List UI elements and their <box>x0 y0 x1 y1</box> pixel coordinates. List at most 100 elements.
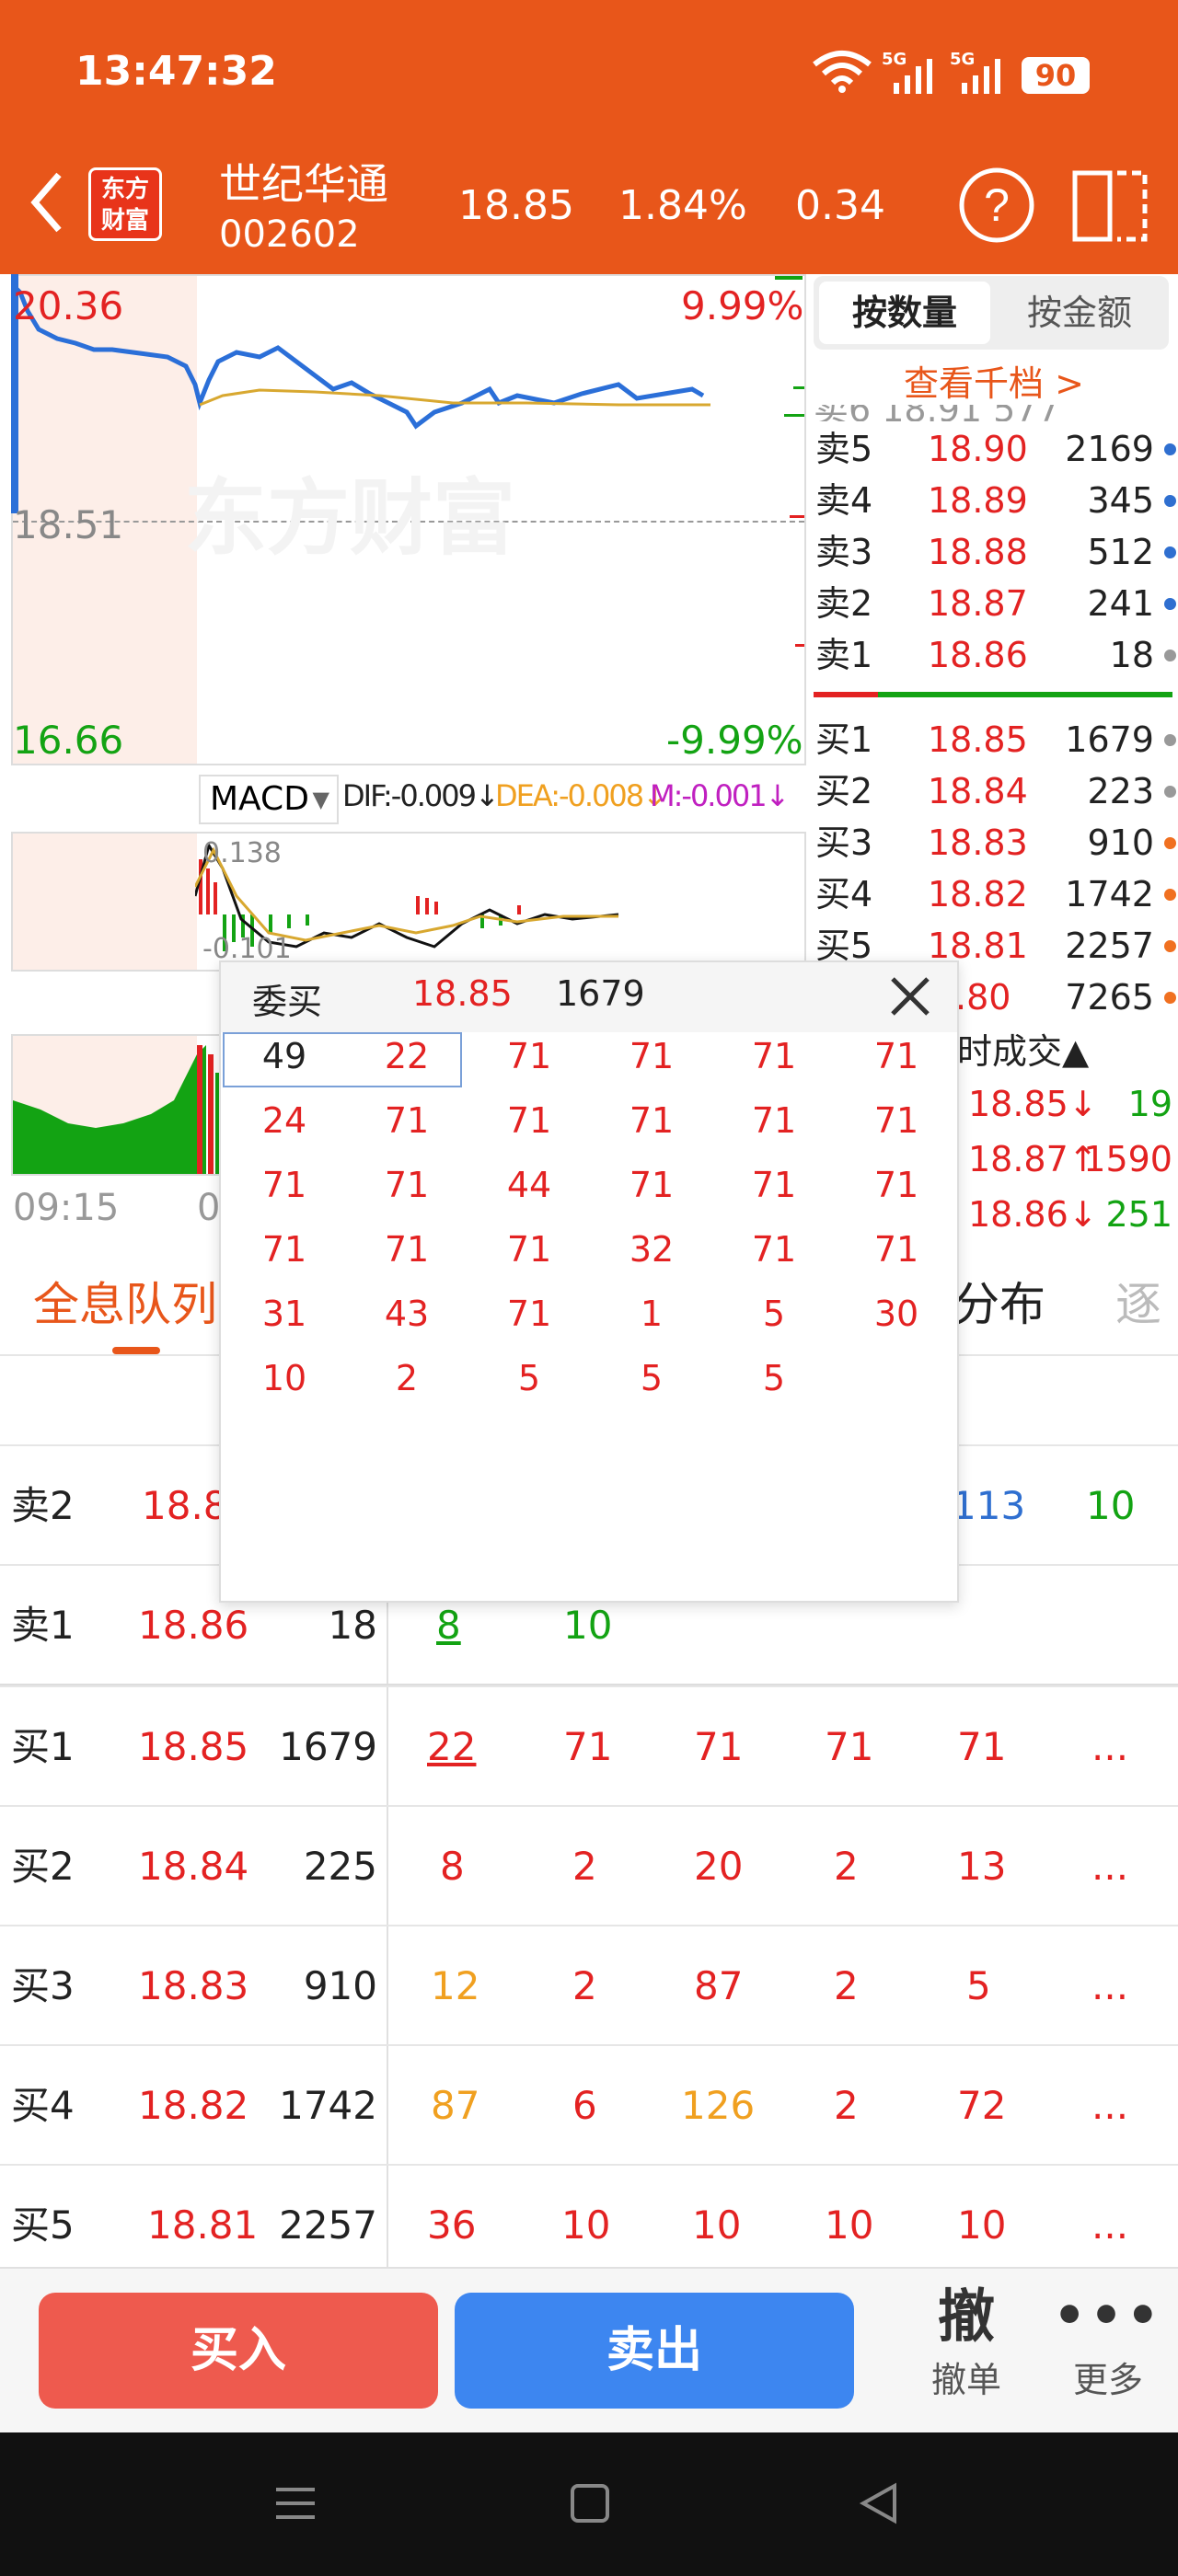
queue-order[interactable]: 71 <box>837 1165 956 1205</box>
level-label: 买2 <box>815 771 873 811</box>
close-icon[interactable] <box>887 973 933 1019</box>
orderbook-row[interactable]: 卖5 18.90 2169 <box>814 423 1178 475</box>
level-label: 卖1 <box>815 635 873 675</box>
queue-cell: 71 <box>563 1724 613 1769</box>
orderbook-row[interactable]: 买4 18.82 1742 <box>814 868 1178 920</box>
more-button[interactable]: ••• 更多 <box>1044 2282 1172 2420</box>
buy-button[interactable]: 买入 <box>39 2293 438 2409</box>
queue-cell: 10 <box>825 2202 874 2248</box>
macd-m: M:-0.001↓ <box>650 778 790 813</box>
queue-order[interactable]: 10 <box>225 1358 344 1398</box>
queue-more[interactable]: ... <box>1091 2083 1128 2129</box>
queue-order[interactable]: 71 <box>714 1036 834 1076</box>
home-icon[interactable] <box>567 2480 613 2526</box>
cancel-icon: 撤 <box>937 2283 995 2350</box>
level-dot <box>1164 650 1176 661</box>
level-price: 18.88 <box>928 532 1028 572</box>
queue-order[interactable]: 44 <box>469 1165 589 1205</box>
queue-row-buy4[interactable]: 买4 18.82 1742 87 6 126 2 72 ... <box>0 2044 1178 2164</box>
trades-title[interactable]: 时成交▲ <box>957 1023 1089 1074</box>
back-icon[interactable] <box>26 166 66 239</box>
row-volume: 1742 <box>279 2083 377 2128</box>
queue-order[interactable]: 71 <box>714 1229 834 1270</box>
tab-distribution[interactable]: 分布 <box>953 1268 1045 1334</box>
sell-button[interactable]: 卖出 <box>455 2293 854 2409</box>
queue-order[interactable]: 71 <box>592 1100 711 1141</box>
queue-order[interactable]: 71 <box>347 1229 467 1270</box>
queue-cell: 2 <box>572 1963 597 2008</box>
back-nav-icon[interactable] <box>856 2480 902 2526</box>
tab-tick-by-tick[interactable]: 逐 <box>1115 1268 1161 1334</box>
toggle-by-amount[interactable]: 按金额 <box>994 282 1165 344</box>
queue-order[interactable]: 31 <box>225 1294 344 1334</box>
orderbook-row[interactable]: 卖2 18.87 241 <box>814 578 1178 629</box>
queue-cell: 6 <box>572 2083 597 2128</box>
level-dot <box>1164 598 1176 610</box>
queue-order[interactable]: 71 <box>347 1100 467 1141</box>
queue-order[interactable]: 71 <box>837 1229 956 1270</box>
level-volume: 18 <box>1109 635 1154 675</box>
queue-cell: 36 <box>427 2202 477 2248</box>
queue-order[interactable]: 30 <box>837 1294 956 1334</box>
queue-order[interactable]: 24 <box>225 1100 344 1141</box>
queue-order[interactable]: 5 <box>469 1358 589 1398</box>
queue-order[interactable]: 71 <box>469 1229 589 1270</box>
level-price: 18.87 <box>928 583 1028 624</box>
queue-order[interactable]: 71 <box>225 1165 344 1205</box>
queue-more[interactable]: ... <box>1091 1844 1128 1890</box>
queue-row-buy5[interactable]: 买5 18.81 2257 36 10 10 10 10 ... <box>0 2164 1178 2283</box>
app-logo: 东方 财富 <box>88 167 162 241</box>
queue-order[interactable]: 71 <box>469 1294 589 1334</box>
queue-order[interactable]: 71 <box>347 1165 467 1205</box>
queue-cell: 10 <box>692 2202 742 2248</box>
queue-order[interactable]: 5 <box>714 1358 834 1398</box>
level-dot <box>1164 734 1176 746</box>
level-dot <box>1164 546 1176 558</box>
queue-order[interactable]: 71 <box>592 1036 711 1076</box>
queue-order[interactable]: 43 <box>347 1294 467 1334</box>
orderbook-row[interactable]: 买3 18.83 910 <box>814 817 1178 868</box>
queue-order[interactable]: 71 <box>469 1100 589 1141</box>
queue-order[interactable]: 5 <box>714 1294 834 1334</box>
queue-more[interactable]: ... <box>1091 2202 1128 2248</box>
queue-order[interactable]: 71 <box>837 1100 956 1141</box>
queue-cell: 10 <box>957 2202 1007 2248</box>
queue-order[interactable]: 22 <box>347 1036 467 1076</box>
queue-order[interactable]: 71 <box>469 1036 589 1076</box>
orderbook-row[interactable]: 卖1 18.86 18 <box>814 629 1178 681</box>
queue-more[interactable]: ... <box>1091 1724 1128 1770</box>
chart-high-percent: 9.99% <box>681 283 804 328</box>
stock-name[interactable]: 世纪华通 <box>219 151 388 212</box>
landscape-switch-icon[interactable] <box>1071 164 1152 245</box>
queue-more[interactable]: ... <box>1091 1963 1128 2009</box>
queue-order[interactable]: 32 <box>592 1229 711 1270</box>
orderbook-row[interactable]: 买1 18.85 1679 <box>814 714 1178 765</box>
menu-icon[interactable] <box>272 2480 318 2526</box>
time-axis-partial: 0 <box>197 1187 221 1229</box>
trade-volume: 251 <box>1105 1194 1172 1235</box>
queue-cell: 2 <box>834 1963 859 2008</box>
queue-order[interactable]: 5 <box>592 1358 711 1398</box>
queue-order[interactable]: 49 <box>225 1036 344 1076</box>
view-thousand-levels-link[interactable]: 查看千档 > <box>904 355 1084 406</box>
queue-order[interactable]: 71 <box>837 1036 956 1076</box>
orderbook-row[interactable]: 卖3 18.88 512 <box>814 526 1178 578</box>
help-icon[interactable]: ? <box>957 166 1036 245</box>
queue-order[interactable]: 71 <box>592 1165 711 1205</box>
row-volume: 1679 <box>279 1724 377 1769</box>
macd-selector[interactable]: MACD ▼ <box>199 775 339 824</box>
queue-row-buy1[interactable]: 买1 18.85 1679 22 71 71 71 71 ... <box>0 1685 1178 1805</box>
queue-row-buy3[interactable]: 买3 18.83 910 12 2 87 2 5 ... <box>0 1925 1178 2044</box>
level-volume: 910 <box>1087 822 1154 863</box>
queue-order[interactable]: 1 <box>592 1294 711 1334</box>
orderbook-row[interactable]: 卖4 18.89 345 <box>814 475 1178 526</box>
queue-order[interactable]: 71 <box>225 1229 344 1270</box>
orderbook-row[interactable]: 买2 18.84 223 <box>814 765 1178 817</box>
queue-order[interactable]: 2 <box>347 1358 467 1398</box>
queue-row-buy2[interactable]: 买2 18.84 225 8 2 20 2 13 ... <box>0 1805 1178 1925</box>
tab-full-queue[interactable]: 全息队列 <box>33 1268 217 1334</box>
toggle-by-quantity[interactable]: 按数量 <box>819 282 990 344</box>
queue-order[interactable]: 71 <box>714 1165 834 1205</box>
cancel-order-button[interactable]: 撤 撤单 <box>902 2282 1031 2420</box>
queue-order[interactable]: 71 <box>714 1100 834 1141</box>
